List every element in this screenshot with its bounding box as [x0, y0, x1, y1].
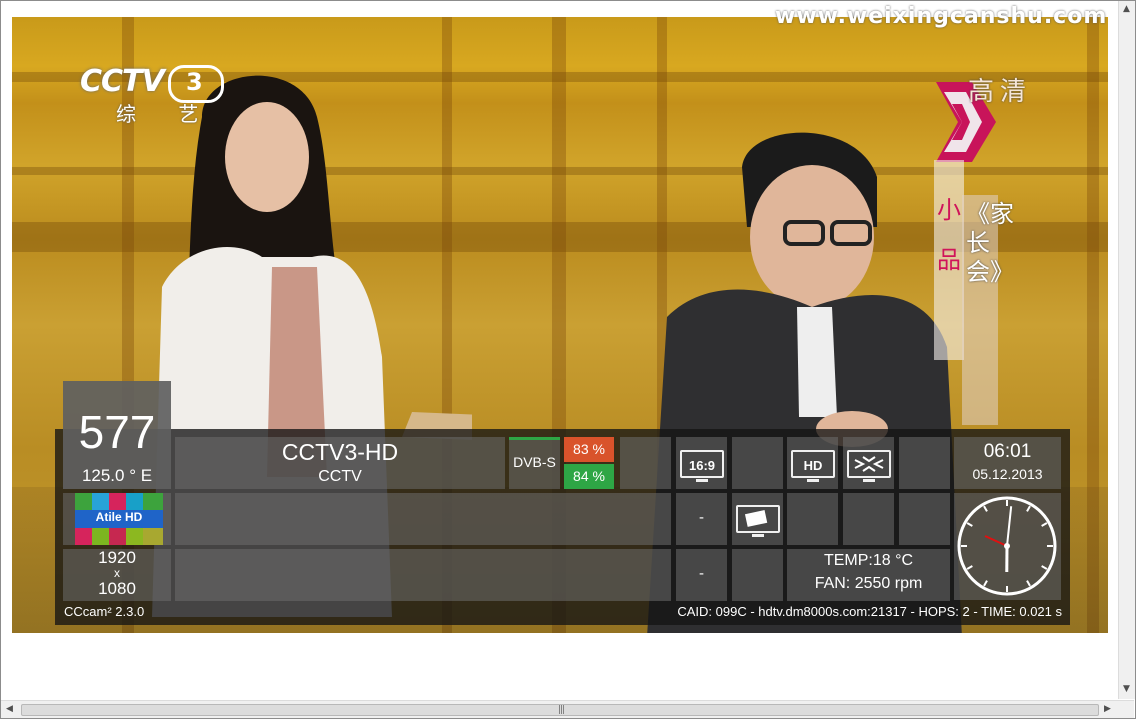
scroll-right-icon[interactable]: ▶ [1104, 703, 1111, 715]
signal-quality: 83 % [573, 441, 605, 457]
softcam-name: CCcam² 2.3.0 [64, 604, 145, 619]
vertical-scrollbar[interactable]: ▲ ▼ [1118, 1, 1135, 699]
program-title: 《家长会》 [966, 200, 1014, 286]
clock-second-hand [984, 535, 1008, 547]
clock-tick [966, 565, 973, 570]
status-cell [899, 493, 950, 545]
program-category: 小品 [937, 196, 961, 274]
clock-icon [957, 496, 1057, 596]
clock-time: 06:01 [983, 441, 1032, 462]
tv-icon [736, 505, 780, 537]
info-cell [175, 549, 671, 601]
scroll-down-icon[interactable]: ▼ [1123, 683, 1130, 695]
status-cell [899, 437, 950, 489]
channel-name: CCTV3-HD [281, 439, 399, 465]
hd-badge: 高清 [968, 77, 1033, 107]
clock-tick [1026, 580, 1031, 587]
clock-tick [983, 505, 988, 512]
horizontal-scrollbar[interactable]: ◀ ||| ▶ [1, 700, 1134, 718]
channel-logo-number: 3 [186, 68, 203, 96]
tuner-active-indicator [509, 437, 560, 440]
resolution-height: 1080 [98, 579, 136, 598]
clock-date: 05.12.2013 [972, 466, 1043, 482]
temperature: TEMP:18 °C [823, 552, 914, 569]
clock-tick [1026, 505, 1031, 512]
video-resolution: 1920 x 1080 [63, 549, 171, 597]
clock-tick [983, 580, 988, 587]
tuner-type: DVB-S [513, 454, 556, 470]
channel-logo-sub: 综 艺 [116, 102, 217, 126]
dolby-icon-graphic [854, 456, 884, 472]
clock-minute-hand [1006, 506, 1013, 547]
info-cell [175, 493, 671, 545]
watermark: www.weixingcanshu.com [775, 4, 1108, 29]
status-cell [843, 493, 894, 545]
clock-tick [1041, 565, 1048, 570]
channel-logo-brand: CCTV [80, 64, 165, 99]
status-cell [787, 493, 838, 545]
scroll-grip-icon: ||| [558, 705, 565, 715]
status-cell [732, 437, 783, 489]
status-cell [732, 549, 783, 601]
horizontal-scroll-thumb[interactable]: ||| [21, 704, 1099, 716]
aspect-16-9-icon: 16:9 [680, 450, 724, 482]
scroll-left-icon[interactable]: ◀ [6, 703, 13, 715]
channel-number: 577 [78, 406, 156, 458]
clock-tick [1041, 522, 1048, 527]
ecm-info: CAID: 099C - hdtv.dm8000s.com:21317 - HO… [677, 604, 1062, 619]
status-cell [620, 437, 671, 489]
satellite-logo-label: Atile HD [95, 510, 143, 524]
status-dash: - [699, 509, 704, 526]
channel-logo: CCTV [80, 64, 165, 99]
dolby-icon [847, 450, 891, 482]
resolution-width: 1920 [98, 548, 136, 567]
hd-icon: HD [791, 450, 835, 482]
channel-provider: CCTV [318, 468, 362, 485]
tv-icon-graphic [744, 510, 768, 527]
clock-tick [966, 522, 973, 527]
signal-strength: 84 % [573, 468, 605, 484]
resolution-x: x [114, 566, 120, 580]
clock-center [1004, 543, 1010, 549]
orbital-position: 125.0 ° E [81, 466, 153, 485]
fan-speed: FAN: 2550 rpm [814, 575, 923, 592]
scroll-up-icon[interactable]: ▲ [1123, 3, 1130, 15]
status-dash: - [699, 565, 704, 582]
